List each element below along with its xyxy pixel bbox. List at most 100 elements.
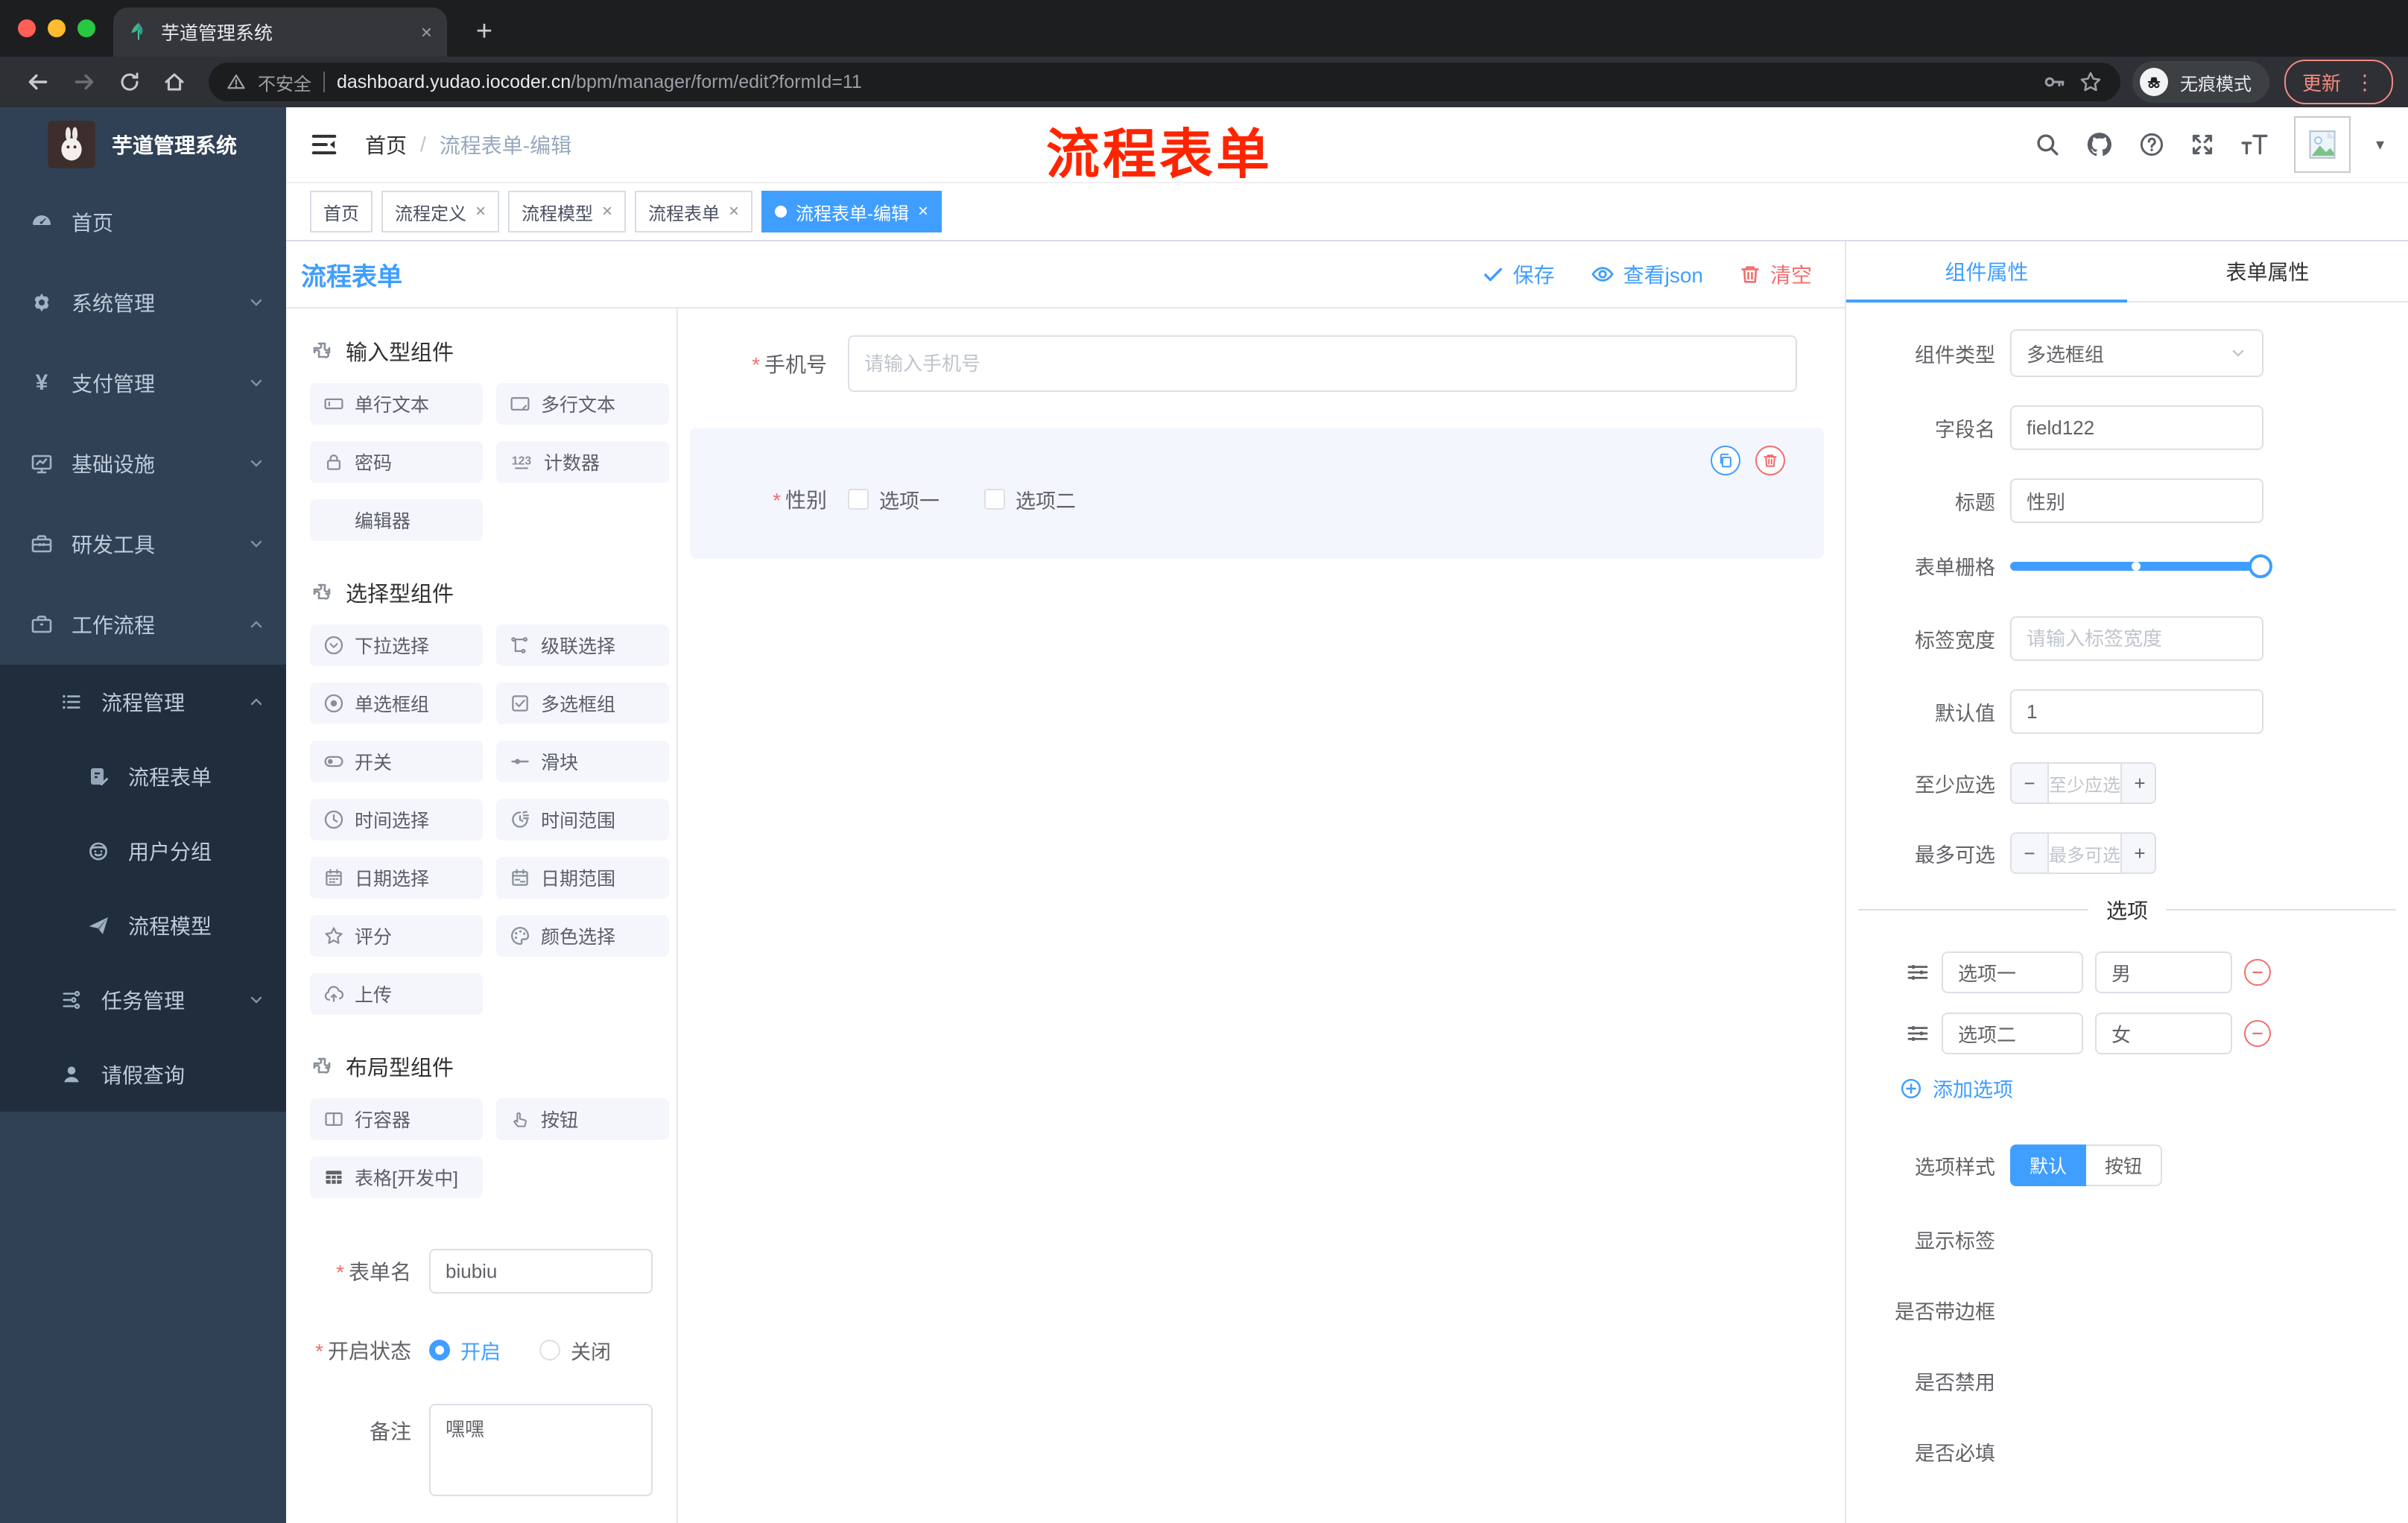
tag-close-icon[interactable]: ×	[602, 201, 612, 222]
palette-item-date-picker[interactable]: 日期选择	[310, 857, 483, 899]
option-label-input[interactable]	[1942, 1013, 2083, 1054]
stepper-placeholder[interactable]: 最多可选	[2049, 834, 2120, 873]
tag-close-icon[interactable]: ×	[729, 201, 739, 222]
search-icon[interactable]	[2035, 132, 2060, 157]
drag-handle-icon[interactable]	[1906, 1022, 1930, 1045]
sidebar-item-workflow[interactable]: 工作流程	[0, 584, 286, 665]
option-value-input[interactable]	[2095, 1013, 2232, 1054]
breadcrumb-home[interactable]: 首页	[365, 130, 407, 159]
tag-home[interactable]: 首页	[310, 191, 373, 232]
title-input[interactable]	[2010, 478, 2263, 523]
browser-tab[interactable]: 芋道管理系统 ×	[113, 7, 447, 57]
palette-item-single-text[interactable]: 单行文本	[310, 383, 483, 425]
tag-process-model[interactable]: 流程模型 ×	[508, 191, 627, 232]
tab-form-props[interactable]: 表单属性	[2127, 241, 2408, 301]
palette-item-checkbox-group[interactable]: 多选框组	[496, 683, 669, 724]
maximize-window-button[interactable]	[77, 19, 95, 37]
selected-component-gender[interactable]: * 性别 选项一 选项二	[690, 428, 1824, 559]
sidebar-item-home[interactable]: 首页	[0, 182, 286, 262]
form-remark-textarea[interactable]: 嘿嘿	[429, 1404, 653, 1496]
save-button[interactable]: 保存	[1482, 259, 1555, 289]
back-icon[interactable]	[25, 69, 51, 95]
fullscreen-icon[interactable]	[2190, 132, 2215, 157]
delete-component-button[interactable]	[1755, 446, 1785, 475]
stepper-placeholder[interactable]: 至少应选	[2049, 764, 2120, 802]
checkbox[interactable]	[848, 489, 869, 510]
palette-item-counter[interactable]: 123 计数器	[496, 441, 669, 483]
sidebar-item-process-model[interactable]: 流程模型	[0, 888, 286, 963]
github-icon[interactable]	[2085, 130, 2114, 159]
radio-on[interactable]	[429, 1340, 450, 1361]
palette-item-slider[interactable]: 滑块	[496, 741, 669, 782]
add-option-button[interactable]: 添加选项	[1900, 1074, 2396, 1103]
palette-item-editor[interactable]: 编辑器	[310, 499, 483, 541]
sidebar-item-dev-tools[interactable]: 研发工具	[0, 504, 286, 584]
sidebar-item-task-management[interactable]: 任务管理	[0, 963, 286, 1037]
default-value-input[interactable]	[2010, 689, 2263, 734]
tag-close-icon[interactable]: ×	[475, 201, 486, 222]
avatar-caret-icon[interactable]: ▾	[2376, 135, 2384, 154]
palette-item-select[interactable]: 下拉选择	[310, 624, 483, 666]
radio-off[interactable]	[539, 1340, 560, 1361]
palette-item-row-container[interactable]: 行容器	[310, 1098, 483, 1140]
style-button-button[interactable]: 按钮	[2086, 1144, 2162, 1186]
view-json-button[interactable]: 查看json	[1591, 259, 1703, 289]
sidebar-item-system[interactable]: 系统管理	[0, 262, 286, 343]
style-default-button[interactable]: 默认	[2010, 1144, 2086, 1186]
tab-close-icon[interactable]: ×	[421, 21, 432, 44]
tag-process-definition[interactable]: 流程定义 ×	[381, 191, 500, 232]
gender-option-2[interactable]: 选项二	[984, 485, 1076, 514]
decrement-button[interactable]: −	[2012, 834, 2049, 873]
forward-icon[interactable]	[72, 69, 97, 95]
home-icon[interactable]	[162, 70, 186, 94]
sidebar-item-leave-query[interactable]: 请假查询	[0, 1037, 286, 1112]
update-button[interactable]: 更新 ⋮	[2284, 60, 2393, 104]
palette-item-radio-group[interactable]: 单选框组	[310, 683, 483, 724]
tag-process-form[interactable]: 流程表单 ×	[635, 191, 753, 232]
close-window-button[interactable]	[18, 19, 36, 37]
bookmark-star-icon[interactable]	[2079, 70, 2103, 94]
phone-input[interactable]	[848, 335, 1797, 392]
security-label[interactable]: 不安全	[258, 69, 311, 95]
palette-item-rate[interactable]: 评分	[310, 915, 483, 957]
help-icon[interactable]	[2139, 132, 2164, 157]
form-name-input[interactable]	[429, 1249, 653, 1294]
component-type-select[interactable]: 多选框组	[2010, 329, 2263, 377]
minimize-window-button[interactable]	[48, 19, 66, 37]
increment-button[interactable]: +	[2120, 764, 2155, 802]
increment-button[interactable]: +	[2120, 834, 2155, 873]
gender-option-1[interactable]: 选项一	[848, 485, 940, 514]
sidebar-item-process-form[interactable]: 流程表单	[0, 739, 286, 814]
font-size-icon[interactable]	[2240, 132, 2269, 157]
tag-close-icon[interactable]: ×	[918, 201, 928, 222]
sidebar-item-user-group[interactable]: 用户分组	[0, 814, 286, 888]
not-secure-warning-icon[interactable]	[226, 72, 246, 92]
key-icon[interactable]	[2043, 70, 2067, 94]
option-label-input[interactable]	[1942, 952, 2083, 993]
address-bar[interactable]: 不安全 dashboard.yudao.iocoder.cn/bpm/manag…	[209, 63, 2120, 101]
palette-item-switch[interactable]: 开关	[310, 741, 483, 782]
label-width-input[interactable]	[2010, 616, 2263, 661]
grid-slider[interactable]	[2010, 554, 2272, 578]
tag-process-form-edit[interactable]: 流程表单-编辑 ×	[761, 191, 942, 232]
avatar[interactable]	[2293, 116, 2351, 173]
palette-item-time-range[interactable]: 时间范围	[496, 799, 669, 840]
palette-item-time-picker[interactable]: 时间选择	[310, 799, 483, 840]
sidebar-collapse-icon[interactable]	[310, 130, 338, 159]
slider-handle[interactable]	[2249, 554, 2272, 578]
palette-item-password[interactable]: 密码	[310, 441, 483, 483]
palette-item-color-picker[interactable]: 颜色选择	[496, 915, 669, 957]
window-controls[interactable]	[18, 19, 95, 37]
sidebar-item-process-management[interactable]: 流程管理	[0, 665, 286, 739]
palette-item-cascader[interactable]: 级联选择	[496, 624, 669, 666]
decrement-button[interactable]: −	[2012, 764, 2049, 802]
sidebar-item-payment[interactable]: ¥ 支付管理	[0, 343, 286, 423]
tab-component-props[interactable]: 组件属性	[1846, 241, 2127, 303]
palette-item-button[interactable]: 按钮	[496, 1098, 669, 1140]
link-tab[interactable]	[1845, 304, 1846, 349]
sidebar-item-infrastructure[interactable]: 基础设施	[0, 423, 286, 504]
url-text[interactable]: dashboard.yudao.iocoder.cn/bpm/manager/f…	[337, 72, 2031, 93]
field-name-input[interactable]	[2010, 405, 2263, 450]
radio-off-label[interactable]: 关闭	[571, 1336, 611, 1365]
palette-item-multi-text[interactable]: 多行文本	[496, 383, 669, 425]
